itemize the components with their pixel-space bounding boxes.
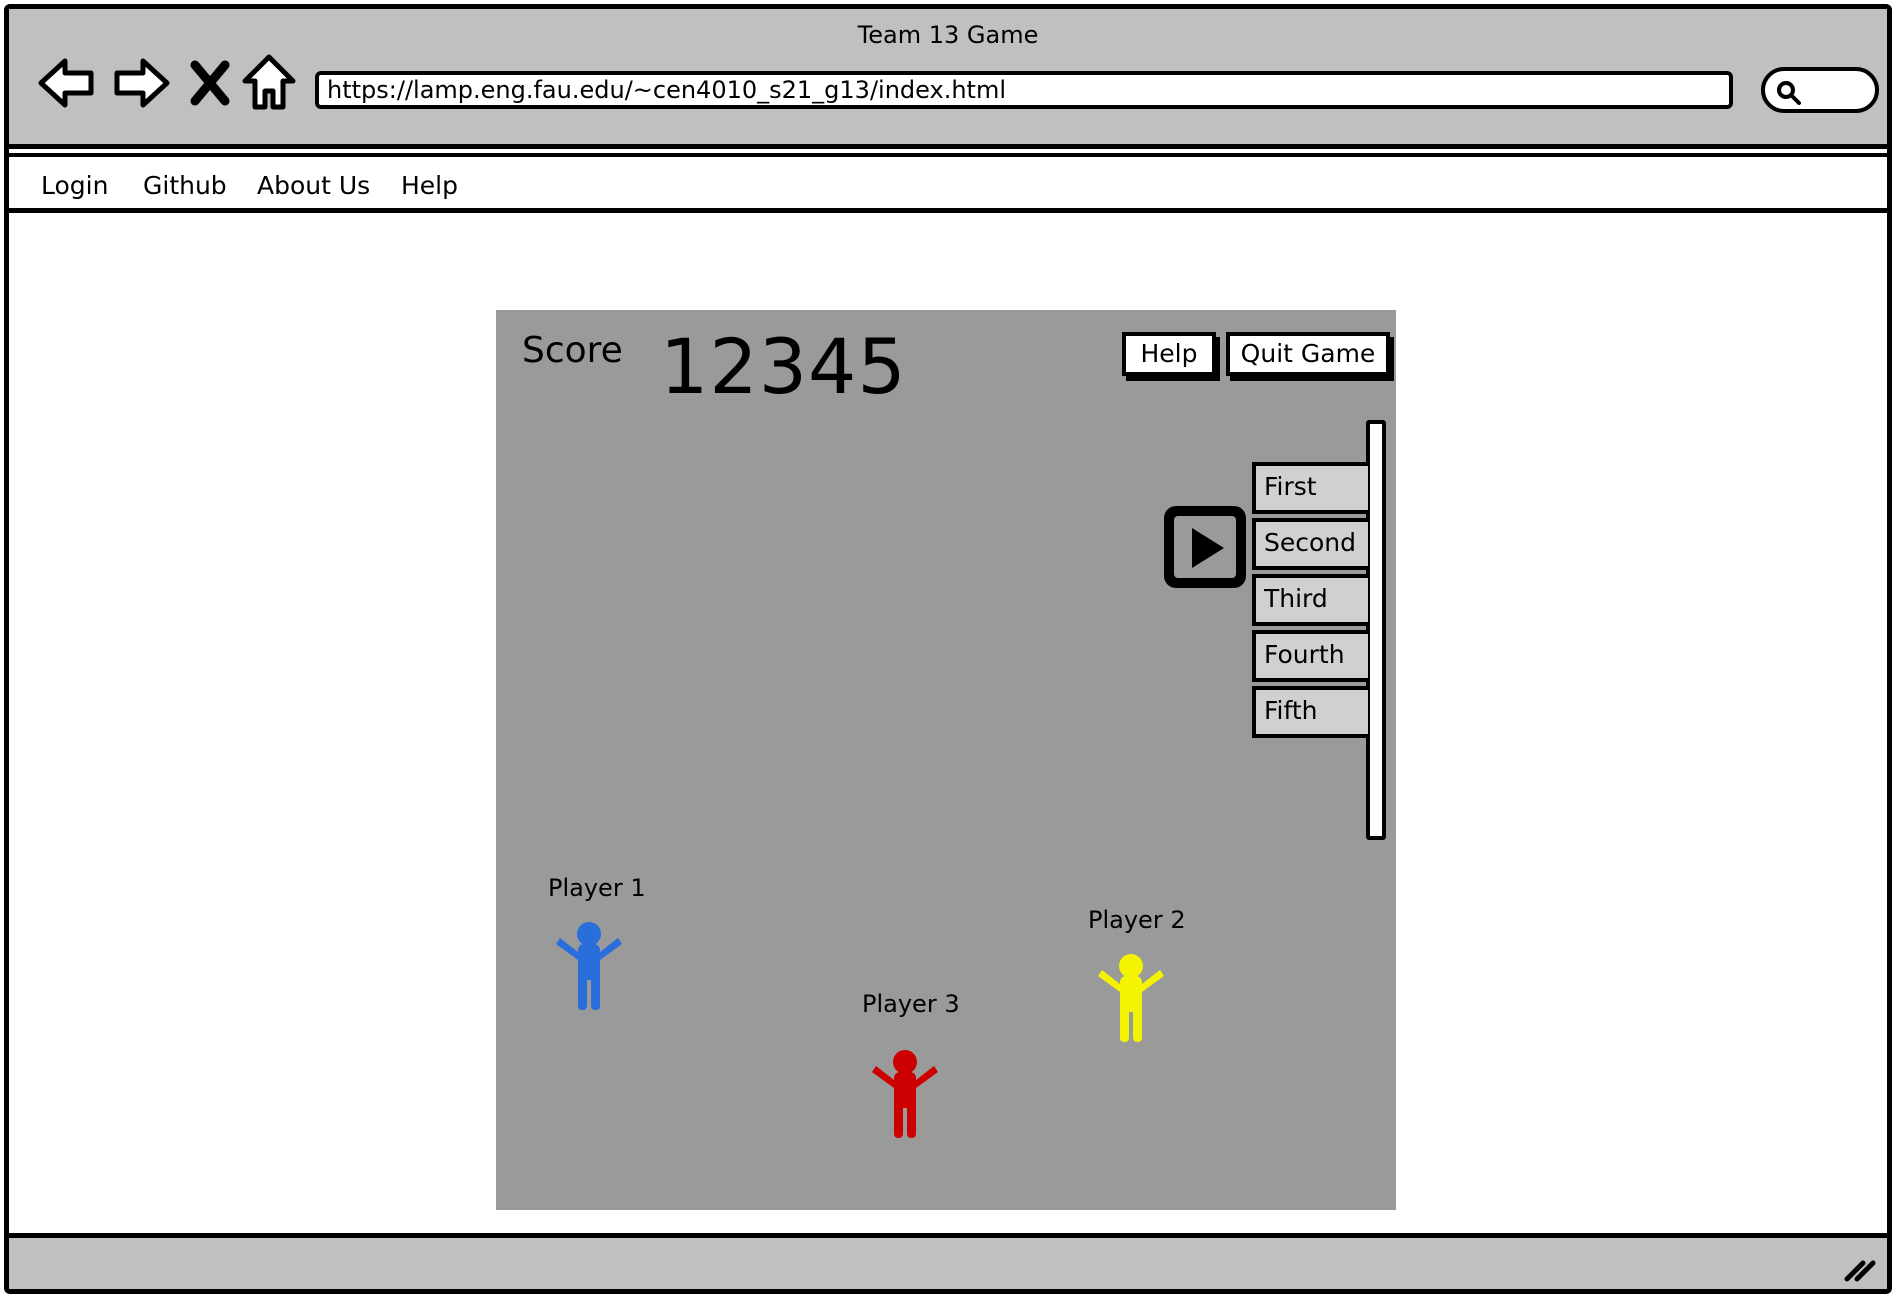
- browser-titlebar: Team 13 Game https://lamp.eng.fau.edu/~c…: [9, 9, 1887, 149]
- play-icon: [1192, 528, 1224, 568]
- player-1-figure-icon[interactable]: [554, 920, 624, 1012]
- score-value: 12345: [660, 322, 907, 411]
- forward-arrow-icon[interactable]: [109, 51, 173, 115]
- menu-item-github[interactable]: Github: [143, 171, 227, 200]
- play-button[interactable]: [1164, 506, 1246, 588]
- game-canvas[interactable]: Score 12345 Help Quit Game First Second …: [496, 310, 1396, 1210]
- url-bar[interactable]: https://lamp.eng.fau.edu/~cen4010_s21_g1…: [315, 71, 1733, 109]
- list-item-fourth[interactable]: Fourth: [1252, 630, 1368, 682]
- list-item-fifth[interactable]: Fifth: [1252, 686, 1368, 738]
- list-scrollbar[interactable]: [1366, 420, 1386, 840]
- player-2-figure-icon[interactable]: [1096, 952, 1166, 1044]
- player-3-figure-icon[interactable]: [870, 1048, 940, 1140]
- help-button[interactable]: Help: [1122, 332, 1216, 376]
- menu-item-help[interactable]: Help: [401, 171, 458, 200]
- site-menubar: Login Github About Us Help: [9, 153, 1887, 213]
- search-field[interactable]: [1761, 67, 1879, 113]
- status-bar: [9, 1233, 1887, 1289]
- menu-item-login[interactable]: Login: [41, 171, 108, 200]
- list-item-third[interactable]: Third: [1252, 574, 1368, 626]
- window-title: Team 13 Game: [857, 21, 1039, 49]
- score-label: Score: [522, 330, 623, 371]
- back-arrow-icon[interactable]: [35, 51, 99, 115]
- quit-game-button[interactable]: Quit Game: [1226, 332, 1390, 376]
- list-item-second[interactable]: Second: [1252, 518, 1368, 570]
- search-icon: [1777, 81, 1801, 105]
- list-item-first[interactable]: First: [1252, 462, 1368, 514]
- player-3-label: Player 3: [862, 990, 960, 1018]
- resize-grip-icon[interactable]: [1841, 1253, 1877, 1283]
- player-1-label: Player 1: [548, 874, 646, 902]
- home-icon[interactable]: [237, 51, 301, 115]
- close-x-icon[interactable]: [179, 51, 243, 115]
- player-2-label: Player 2: [1088, 906, 1186, 934]
- menu-item-about-us[interactable]: About Us: [257, 171, 370, 200]
